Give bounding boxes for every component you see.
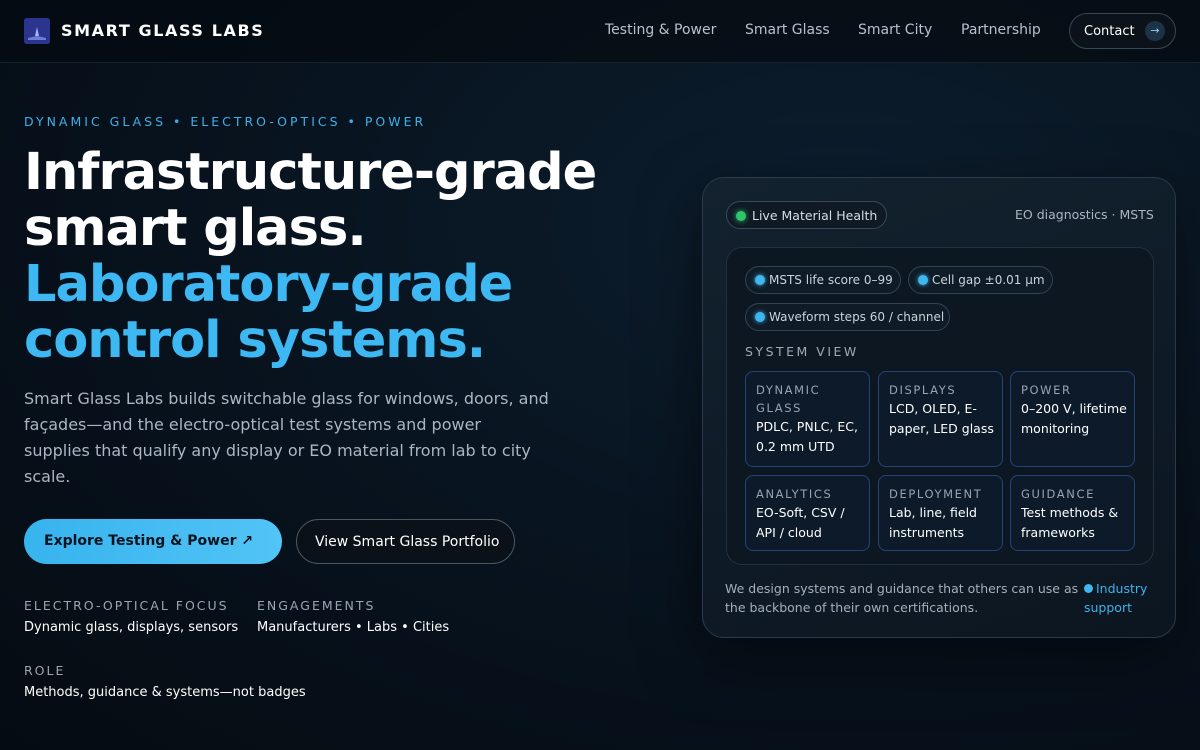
top-nav: SMART GLASS LABS Testing & Power Smart G… [0,0,1200,63]
card-title: DYNAMIC GLASS [756,383,821,415]
panel-footer-text: We design systems and guidance that othe… [725,581,1079,615]
live-status-pill: Live Material Health [726,201,887,229]
card-title: DISPLAYS [889,383,957,397]
card-title: ANALYTICS [756,487,833,501]
meta-value-role: Methods, guidance & systems—not badges [24,685,306,700]
headline-line-2: smart glass. [24,199,367,258]
headline-line-4: control systems. [24,311,486,370]
system-view-box: MSTS life score 0–99 Cell gap ±0.01 µm W… [726,247,1154,565]
hero-headline: Infrastructure-grade smart glass. Labora… [24,145,624,369]
meta-value-focus: Dynamic glass, displays, sensors [24,620,239,635]
chip-msts-life-score: MSTS life score 0–99 [745,266,901,294]
nav-link-testing-power[interactable]: Testing & Power [605,22,716,38]
hero-description: Smart Glass Labs builds switchable glass… [24,389,549,486]
diagnostics-label: EO diagnostics · MSTS [1015,207,1154,222]
card-analytics: ANALYTICS EO-Soft, CSV / API / cloud [745,475,870,551]
contact-button[interactable]: Contact → [1069,13,1176,49]
chip-dot-icon [918,275,928,285]
view-portfolio-button[interactable]: View Smart Glass Portfolio [296,519,515,564]
meta-label-role: ROLE [24,663,66,678]
card-body: PDLC, PNLC, EC, 0.2 mm UTD [756,419,858,454]
card-title: GUIDANCE [1021,487,1095,501]
meta-label-focus: ELECTRO-OPTICAL FOCUS [24,598,229,613]
card-title: POWER [1021,383,1072,397]
chip-waveform-steps: Waveform steps 60 / channel [745,303,950,331]
card-guidance: GUIDANCE Test methods & frameworks [1010,475,1135,551]
headline-line-1: Infrastructure-grade [24,143,597,202]
chip-label: MSTS life score 0–99 [769,273,893,287]
card-body: Test methods & frameworks [1021,505,1119,540]
explore-testing-power-button[interactable]: Explore Testing & Power ↗ [24,519,282,564]
support-dot-icon [1084,584,1093,593]
nav-link-smart-glass[interactable]: Smart Glass [745,22,830,38]
meta-label-engagements: ENGAGEMENTS [257,598,376,613]
live-status-label: Live Material Health [752,208,878,223]
card-power: POWER 0–200 V, lifetime monitoring [1010,371,1135,467]
material-health-panel: Live Material Health EO diagnostics · MS… [702,177,1176,638]
chip-dot-icon [755,312,765,322]
card-title: DEPLOYMENT [889,487,983,501]
nav-links: Testing & Power Smart Glass Smart City P… [0,22,1200,42]
chip-label: Cell gap ±0.01 µm [932,273,1045,287]
system-view-title: SYSTEM VIEW [745,344,859,359]
nav-link-partnership[interactable]: Partnership [961,22,1041,38]
hero-eyebrow: DYNAMIC GLASS • ELECTRO-OPTICS • POWER [24,114,427,129]
headline-line-3: Laboratory-grade [24,255,513,314]
card-body: EO-Soft, CSV / API / cloud [756,505,845,540]
nav-link-smart-city[interactable]: Smart City [858,22,932,38]
portfolio-button-label: View Smart Glass Portfolio [315,534,500,550]
contact-button-label: Contact [1084,24,1135,39]
chip-dot-icon [755,275,765,285]
industry-support-link[interactable]: Industry support [1084,579,1164,617]
meta-value-engagements: Manufacturers • Labs • Cities [257,620,450,635]
card-deployment: DEPLOYMENT Lab, line, field instruments [878,475,1003,551]
card-body: Lab, line, field instruments [889,505,977,540]
industry-support-label: Industry support [1084,581,1148,615]
explore-button-label: Explore Testing & Power ↗ [44,533,254,549]
chip-label: Waveform steps 60 / channel [769,310,945,324]
chip-cell-gap: Cell gap ±0.01 µm [908,266,1053,294]
card-dynamic-glass: DYNAMIC GLASS PDLC, PNLC, EC, 0.2 mm UTD [745,371,870,467]
card-body: LCD, OLED, E-paper, LED glass [889,401,994,436]
card-body: 0–200 V, lifetime monitoring [1021,401,1127,436]
status-dot-icon [736,211,746,221]
card-displays: DISPLAYS LCD, OLED, E-paper, LED glass [878,371,1003,467]
arrow-right-icon: → [1145,21,1165,41]
